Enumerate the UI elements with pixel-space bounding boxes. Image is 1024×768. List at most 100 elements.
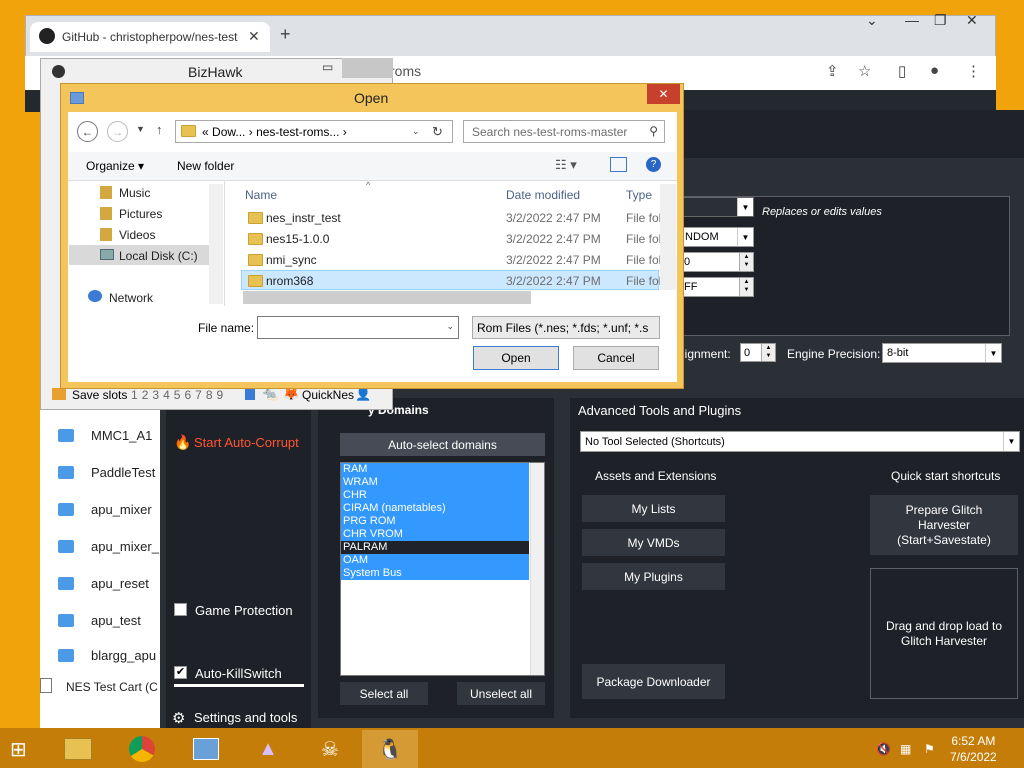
chevron-down-icon[interactable]: ⌄: [866, 12, 878, 29]
game-protection-checkbox[interactable]: [174, 603, 187, 616]
minimize-icon[interactable]: —: [905, 12, 919, 28]
nes-test-cart-item[interactable]: NES Test Cart (C: [66, 680, 158, 694]
maximize-icon[interactable]: ❐: [934, 12, 947, 29]
open-button[interactable]: Open: [473, 346, 559, 370]
view-options-icon[interactable]: ☷ ▾: [555, 157, 577, 173]
column-name[interactable]: Name: [245, 188, 277, 202]
recent-locations-icon[interactable]: ▼: [136, 124, 145, 134]
new-tab-button[interactable]: +: [280, 24, 291, 45]
up-icon[interactable]: ↑: [156, 122, 163, 137]
domain-item[interactable]: CHR VROM: [341, 528, 529, 541]
engine-precision-select[interactable]: 8-bit ▼: [882, 343, 1002, 363]
save-slot[interactable]: 9: [217, 388, 224, 402]
save-slot[interactable]: 2: [142, 388, 149, 402]
share-icon[interactable]: ⇪: [826, 62, 839, 80]
domain-item[interactable]: CHR: [341, 489, 529, 502]
explorer-list-item[interactable]: apu_reset: [91, 576, 149, 591]
column-type[interactable]: Type: [626, 188, 652, 202]
tool-select[interactable]: No Tool Selected (Shortcuts) ▼: [580, 431, 1020, 452]
explorer-list-item[interactable]: apu_mixer: [91, 502, 152, 517]
profile-icon[interactable]: ●: [930, 62, 939, 79]
nav-item-music[interactable]: Music: [119, 186, 150, 200]
search-input[interactable]: Search nes-test-roms-master ⚲: [463, 120, 665, 143]
bizhawk-maximize-icon[interactable]: [342, 58, 393, 78]
domain-item[interactable]: PRG ROM: [341, 515, 529, 528]
unselect-all-button[interactable]: Unselect all: [457, 682, 545, 705]
file-explorer-taskbar-icon[interactable]: [50, 730, 106, 768]
explorer-list-item[interactable]: MMC1_A1: [91, 428, 152, 443]
file-name-input[interactable]: ⌄: [257, 316, 459, 339]
windows-start-icon[interactable]: ⊞: [10, 737, 27, 762]
domain-list[interactable]: RAM WRAM CHR CIRAM (nametables) PRG ROM CHR V…: [340, 462, 545, 676]
organize-button[interactable]: Organize ▾: [86, 159, 144, 173]
nav-item-local-disk[interactable]: Local Disk (C:): [119, 249, 198, 263]
auto-select-domains-button[interactable]: Auto-select domains: [340, 433, 545, 456]
value-spin-2[interactable]: FF ▲ ▼: [680, 277, 754, 297]
nav-item-pictures[interactable]: Pictures: [119, 207, 162, 221]
save-slot[interactable]: 5: [174, 388, 181, 402]
nav-item-network[interactable]: Network: [109, 291, 153, 305]
save-slot[interactable]: 7: [195, 388, 202, 402]
star-icon[interactable]: ☆: [858, 62, 871, 80]
bizhawk-minimize-icon[interactable]: ▭: [322, 60, 333, 74]
sidepanel-icon[interactable]: ▯: [898, 62, 906, 80]
chrome-tab-github[interactable]: GitHub - christopherpow/nes-test ✕: [30, 22, 270, 52]
my-plugins-button[interactable]: My Plugins: [582, 563, 725, 590]
my-vmds-button[interactable]: My VMDs: [582, 529, 725, 556]
forward-icon[interactable]: →: [107, 121, 128, 142]
auto-killswitch-checkbox[interactable]: ✔: [174, 666, 187, 679]
file-name[interactable]: nes_instr_test: [266, 211, 341, 225]
save-slot[interactable]: 8: [206, 388, 213, 402]
rtc-taskbar-icon[interactable]: ☠: [302, 730, 358, 768]
alignment-spin[interactable]: 0 ▲ ▼: [740, 343, 776, 362]
select-all-button[interactable]: Select all: [340, 682, 428, 705]
new-folder-button[interactable]: New folder: [177, 159, 234, 173]
domain-item[interactable]: CIRAM (nametables): [341, 502, 529, 515]
clock[interactable]: 6:52 AM 7/6/2022: [950, 733, 997, 765]
record-icon[interactable]: [245, 388, 255, 400]
save-slot[interactable]: 6: [184, 388, 191, 402]
bizhawk-taskbar-icon[interactable]: 🐧: [362, 730, 418, 768]
domain-item[interactable]: OAM: [341, 554, 529, 567]
omnibox-url[interactable]: roms: [390, 63, 421, 79]
triangles-app-taskbar-icon[interactable]: ▲: [240, 730, 296, 768]
start-autocorrupt-button[interactable]: Start Auto-Corrupt: [194, 435, 299, 450]
domain-scrollbar[interactable]: [530, 463, 544, 675]
dialog-close-button[interactable]: ✕: [647, 84, 680, 104]
file-name[interactable]: nes15-1.0.0: [266, 232, 329, 246]
engine-select[interactable]: ▼: [680, 197, 754, 217]
settings-tools-button[interactable]: Settings and tools: [194, 710, 297, 725]
explorer-list-item[interactable]: apu_test: [91, 613, 141, 628]
file-name[interactable]: nrom368: [266, 274, 313, 288]
network-tray-icon[interactable]: ▦: [900, 742, 911, 756]
file-name-dropdown-icon[interactable]: ⌄: [446, 321, 454, 332]
cancel-button[interactable]: Cancel: [573, 346, 659, 370]
package-downloader-button[interactable]: Package Downloader: [582, 664, 725, 699]
nav-item-videos[interactable]: Videos: [119, 228, 155, 242]
help-icon[interactable]: ?: [646, 157, 661, 172]
random-select[interactable]: NDOM ▼: [680, 227, 754, 247]
explorer-list-item[interactable]: PaddleTest: [91, 465, 155, 480]
file-name[interactable]: nmi_sync: [266, 253, 317, 267]
refresh-icon[interactable]: ↻: [432, 124, 443, 140]
domain-item[interactable]: System Bus: [341, 567, 529, 580]
back-icon[interactable]: ←: [77, 121, 98, 142]
save-slot[interactable]: 1: [131, 388, 138, 402]
volume-muted-icon[interactable]: 🔇: [876, 742, 891, 756]
prepare-glitch-harvester-button[interactable]: Prepare Glitch Harvester (Start+Savestat…: [870, 495, 1018, 555]
address-dropdown-icon[interactable]: ⌄: [412, 126, 420, 137]
domain-item[interactable]: WRAM: [341, 476, 529, 489]
domain-item[interactable]: PALRAM: [341, 541, 529, 554]
menu-icon[interactable]: ⋮: [966, 62, 981, 80]
file-hscrollbar[interactable]: [243, 291, 531, 304]
close-tab-icon[interactable]: ✕: [248, 28, 260, 45]
control-panel-taskbar-icon[interactable]: [178, 730, 234, 768]
domain-item[interactable]: RAM: [341, 463, 529, 476]
save-slot[interactable]: 3: [152, 388, 159, 402]
nav-scrollbar[interactable]: [209, 184, 223, 304]
value-spin-1[interactable]: 0 ▲ ▼: [680, 252, 754, 272]
action-center-icon[interactable]: ⚑: [924, 742, 935, 756]
drag-drop-glitch-harvester[interactable]: Drag and drop load to Glitch Harvester: [870, 568, 1018, 699]
explorer-list-item[interactable]: blargg_apu: [91, 648, 156, 663]
chrome-taskbar-icon[interactable]: [114, 730, 170, 768]
